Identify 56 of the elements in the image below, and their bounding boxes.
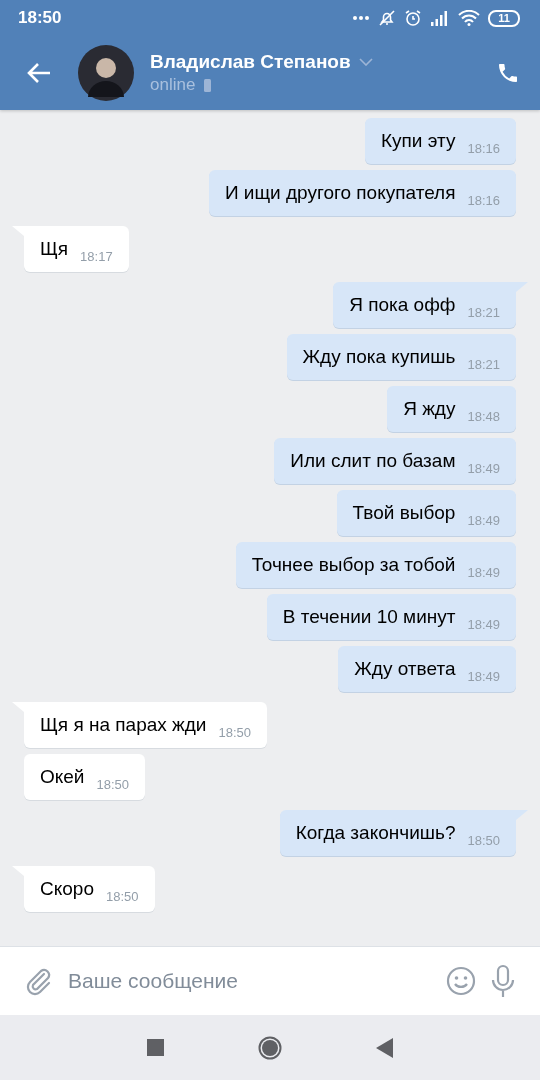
message-bubble[interactable]: Я жду 18:48 (387, 386, 516, 432)
muted-bell-icon (378, 9, 397, 27)
message-bubble[interactable]: Точнее выбор за тобой 18:49 (235, 542, 516, 588)
back-arrow-icon[interactable] (26, 62, 52, 84)
message-bubble[interactable]: Или слит по базам 18:49 (274, 438, 516, 484)
online-status: online (150, 75, 196, 95)
message-bubble[interactable]: Купи эту 18:16 (365, 118, 516, 164)
message-text: Я жду (403, 398, 456, 420)
message-bubble[interactable]: Жду пока купишь 18:21 (286, 334, 516, 380)
message-text: Окей (40, 766, 85, 788)
message-text: Твой выбор (352, 502, 456, 524)
message-bubble[interactable]: В течении 10 минут 18:49 (266, 594, 516, 640)
message-time: 18:49 (467, 460, 500, 476)
message-text: Жду ответа (354, 658, 456, 680)
message-time: 18:17 (80, 248, 113, 264)
alarm-icon (404, 9, 423, 27)
status-time: 18:50 (18, 8, 62, 28)
message-time: 18:16 (467, 140, 500, 156)
message-text: Когда закончишь? (295, 822, 456, 844)
message-time: 18:49 (467, 512, 500, 528)
battery-level: 11 (488, 9, 520, 27)
home-button[interactable] (258, 1035, 282, 1060)
message-text: Точнее выбор за тобой (251, 554, 456, 576)
message-text: Щя (40, 238, 69, 260)
more-dots-icon (352, 15, 371, 21)
smiley-icon[interactable] (446, 966, 476, 996)
back-button[interactable] (376, 1037, 393, 1058)
avatar[interactable] (78, 45, 134, 101)
message-text: Щя я на парах жди (40, 714, 207, 736)
message-time: 18:48 (467, 408, 500, 424)
message-time: 18:50 (218, 724, 251, 740)
message-time: 18:50 (96, 776, 130, 792)
phone-icon[interactable] (496, 61, 520, 85)
message-time: 18:21 (467, 356, 500, 372)
message-text: И ищи другого покупателя (224, 182, 456, 204)
message-time: 18:49 (467, 616, 500, 632)
message-time: 18:50 (105, 888, 139, 904)
message-bubble[interactable]: И ищи другого покупателя 18:16 (208, 170, 516, 216)
message-time: 18:21 (467, 304, 500, 320)
message-bubble[interactable]: Твой выбор 18:49 (336, 490, 516, 536)
message-time: 18:50 (467, 832, 500, 848)
message-text: В течении 10 минут (282, 606, 456, 628)
message-text: Купи эту (381, 130, 456, 152)
message-text: Или слит по базам (290, 450, 456, 472)
message-time: 18:49 (467, 668, 500, 684)
contact-name[interactable]: Владислав Степанов (150, 51, 351, 73)
message-time: 18:49 (467, 564, 500, 580)
wifi-icon (458, 10, 481, 26)
message-text: Скоро (40, 878, 94, 900)
microphone-icon[interactable] (490, 964, 516, 998)
message-text: Жду пока купишь (302, 346, 456, 368)
message-time: 18:16 (467, 192, 500, 208)
message-bubble[interactable]: Жду ответа 18:49 (338, 646, 516, 692)
message-bubble[interactable]: Окей 18:50 (24, 754, 146, 800)
message-text: Я пока офф (349, 294, 456, 316)
phone-device-icon (203, 77, 213, 93)
